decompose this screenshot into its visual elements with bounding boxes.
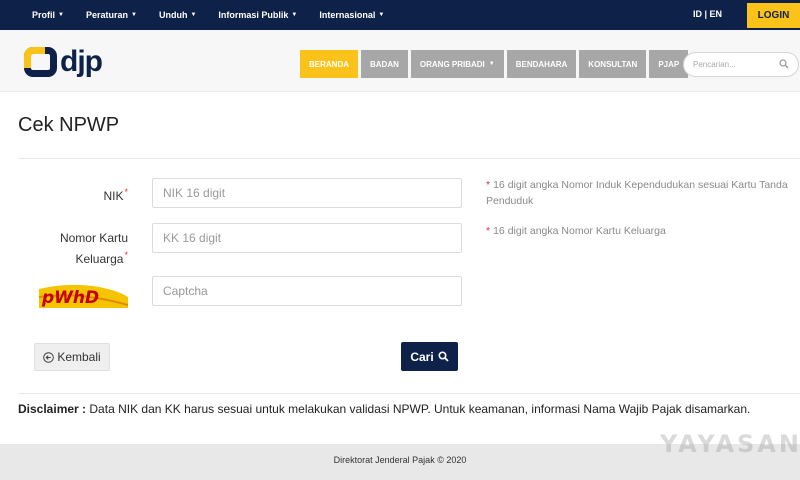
nav-orang-pribadi[interactable]: ORANG PRIBADI ▼ — [410, 50, 504, 78]
top-bar: Profil ▼ Peraturan ▼ Unduh ▼ Informasi Publ… — [0, 0, 800, 30]
search-icon — [438, 351, 449, 362]
kk-hint-text: 16 digit angka Nomor Kartu Keluarga — [493, 225, 666, 237]
disclaimer-label: Disclaimer : — [18, 402, 87, 416]
top-nav-unduh[interactable]: Unduh ▼ — [159, 10, 196, 20]
required-mark: * — [124, 250, 128, 260]
nav-label: BADAN — [370, 59, 399, 69]
top-nav-label: Peraturan — [85, 10, 128, 20]
site-header: djp BERANDA BADAN ORANG PRIBADI ▼ BENDAHA… — [0, 30, 800, 92]
caret-down-icon: ▼ — [488, 61, 495, 67]
caret-down-icon: ▼ — [378, 12, 385, 18]
submit-button-label: Cari — [410, 349, 434, 364]
nav-label: PJAP — [658, 59, 680, 69]
caret-down-icon: ▼ — [291, 12, 298, 18]
required-mark: * — [486, 179, 491, 191]
djp-logo[interactable]: djp — [24, 45, 103, 79]
language-switch[interactable]: ID | EN — [693, 9, 722, 19]
back-button-label: Kembali — [57, 350, 101, 364]
kk-hint: * 16 digit angka Nomor Kartu Keluarga — [486, 223, 796, 239]
search-icon[interactable] — [779, 59, 789, 69]
arrow-left-circle-icon — [43, 351, 55, 363]
nik-input[interactable] — [152, 178, 462, 208]
top-nav-label: Informasi Publik — [218, 10, 289, 20]
search-submit-button[interactable]: Cari — [401, 342, 458, 371]
top-nav-label: Internasional — [319, 10, 376, 20]
page-title: Cek NPWP — [18, 114, 120, 136]
divider — [18, 158, 800, 159]
required-mark: * — [486, 225, 491, 237]
kk-input[interactable] — [152, 223, 462, 253]
captcha-text: pWhD — [41, 288, 99, 308]
kk-label: Nomor Kartu Keluarga* — [40, 230, 128, 268]
top-nav-informasi-publik[interactable]: Informasi Publik ▼ — [218, 10, 297, 20]
search-input[interactable] — [693, 53, 781, 76]
top-nav-internasional[interactable]: Internasional ▼ — [319, 10, 384, 20]
djp-logo-mark-icon — [24, 47, 57, 77]
nav-label: ORANG PRIBADI — [419, 59, 485, 69]
top-nav-profil[interactable]: Profil ▼ — [32, 10, 64, 20]
nav-badan[interactable]: BADAN — [361, 50, 408, 78]
kk-label-line1: Nomor Kartu — [59, 231, 128, 245]
nik-hint-text: 16 digit angka Nomor Induk Kependudukan … — [486, 179, 788, 207]
nav-konsultan[interactable]: KONSULTAN — [579, 50, 647, 78]
watermark: YAYASAN — [660, 430, 800, 458]
caret-down-icon: ▼ — [131, 12, 137, 18]
kk-label-line2: Keluarga — [75, 252, 124, 266]
captcha-input[interactable] — [152, 276, 462, 306]
search-box — [683, 52, 799, 77]
top-nav-label: Profil — [32, 10, 56, 20]
caret-down-icon: ▼ — [58, 12, 64, 18]
nav-label: BENDAHARA — [515, 59, 568, 69]
nav-label: KONSULTAN — [588, 59, 638, 69]
disclaimer-text: Data NIK dan KK harus sesuai untuk melak… — [89, 402, 751, 416]
nav-label: BERANDA — [309, 59, 349, 69]
top-nav-peraturan[interactable]: Peraturan ▼ — [86, 10, 137, 20]
caret-down-icon: ▼ — [190, 12, 197, 18]
nav-beranda[interactable]: BERANDA — [300, 50, 358, 78]
back-button[interactable]: Kembali — [34, 343, 110, 371]
required-mark: * — [124, 187, 128, 197]
nav-bendahara[interactable]: BENDAHARA — [506, 50, 577, 78]
nik-label: NIK* — [40, 184, 128, 205]
top-nav-label: Unduh — [158, 10, 188, 20]
logo-text: djp — [60, 45, 103, 78]
nik-hint: * 16 digit angka Nomor Induk Kependudukan… — [486, 177, 796, 209]
divider — [18, 393, 800, 394]
login-button[interactable]: LOGIN — [747, 3, 800, 28]
top-nav: Profil ▼ Peraturan ▼ Unduh ▼ Informasi Publ… — [32, 0, 406, 30]
nik-label-text: NIK — [103, 189, 124, 203]
disclaimer: Disclaimer : Data NIK dan KK harus sesua… — [18, 402, 750, 416]
captcha-image: pWhD — [39, 279, 128, 308]
main-nav: BERANDA BADAN ORANG PRIBADI ▼ BENDAHARA K… — [300, 50, 689, 78]
